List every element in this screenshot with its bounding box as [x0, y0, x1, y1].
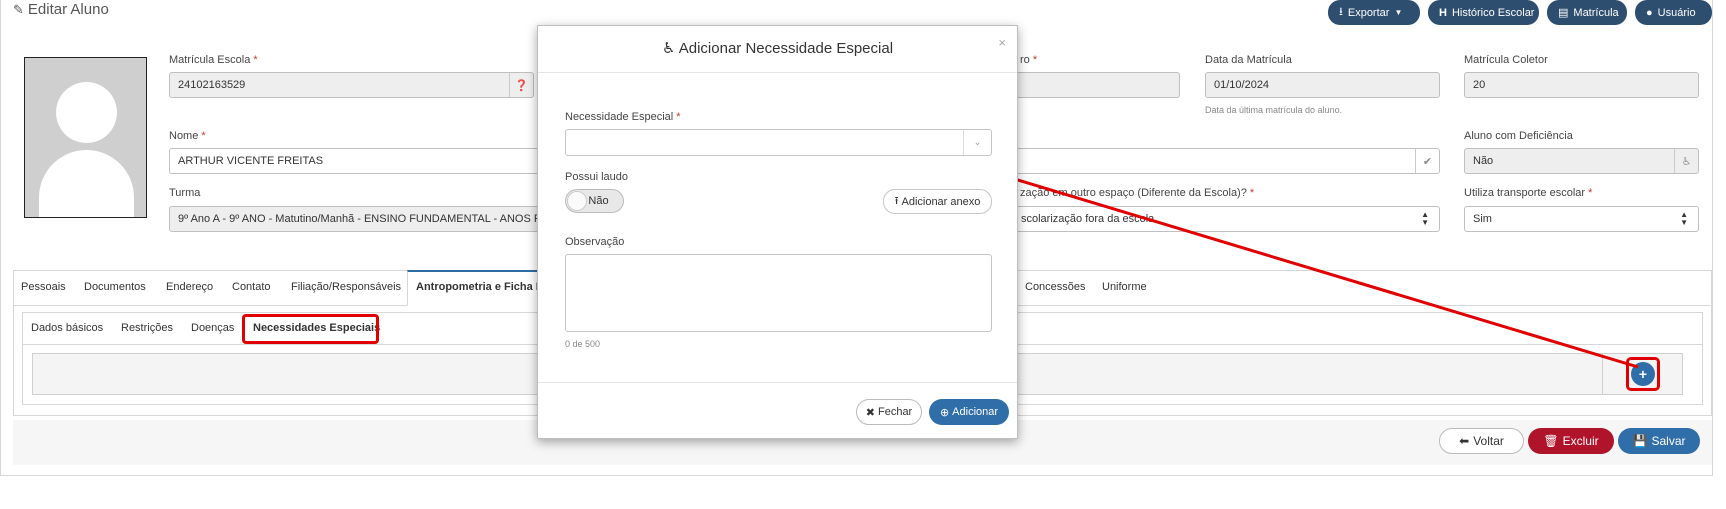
data-matricula-input[interactable]: 01/10/2024	[1205, 72, 1440, 98]
adicionar-anexo-button[interactable]: ⭱ Adicionar anexo	[883, 189, 992, 214]
modal-title: ♿ Adicionar Necessidade Especial	[661, 40, 894, 57]
transporte-label: Utiliza transporte escolar *	[1464, 187, 1593, 199]
wheelchair-icon: ♿	[1674, 149, 1698, 173]
trash-icon: 🗑	[1543, 434, 1559, 448]
matricula-coletor-input[interactable]: 20	[1464, 72, 1699, 98]
add-necessidade-modal: ♿ Adicionar Necessidade Especial × Neces…	[537, 25, 1018, 439]
select-arrows-icon: ▲ ▼	[1421, 210, 1429, 227]
partial-field-input[interactable]	[1000, 72, 1180, 98]
check-icon: ✔	[1415, 149, 1439, 173]
upload-icon: ⭱	[894, 195, 899, 207]
tab-pessoais[interactable]: Pessoais	[21, 281, 66, 293]
caret-down-icon: ▼	[1394, 8, 1403, 17]
salvar-button[interactable]: 💾 Salvar	[1618, 428, 1700, 454]
exportar-button[interactable]: ⭳ Exportar ▼	[1328, 0, 1420, 25]
observacao-label: Observação	[565, 236, 625, 248]
partial-nome-extension[interactable]: ✔	[1000, 148, 1440, 174]
necessidade-select[interactable]: ⌄	[565, 129, 992, 156]
edit-icon: ✎	[13, 2, 24, 17]
modal-header-divider	[538, 72, 1017, 73]
modal-footer-divider	[538, 382, 1017, 383]
possui-laudo-toggle[interactable]: Não	[565, 189, 624, 213]
modal-close-button[interactable]: ×	[998, 35, 1006, 50]
partial-field-label: ro *	[1020, 54, 1038, 66]
voltar-button[interactable]: ⬅ Voltar	[1439, 428, 1524, 454]
matricula-escola-label: Matrícula Escola *	[169, 54, 258, 66]
tab-contato[interactable]: Contato	[232, 281, 271, 293]
download-icon: ⭳	[1339, 6, 1343, 18]
add-necessidade-button[interactable]: +	[1631, 362, 1655, 386]
nome-label: Nome *	[169, 130, 206, 142]
question-icon[interactable]: ❓	[509, 73, 533, 97]
subtab-doencas[interactable]: Doenças	[191, 322, 234, 334]
turma-label: Turma	[169, 187, 201, 199]
possui-laudo-label: Possui laudo	[565, 171, 628, 183]
aluno-deficiencia-input[interactable]: Não ♿	[1464, 148, 1699, 174]
char-counter: 0 de 500	[565, 339, 601, 349]
transporte-select[interactable]: Sim ▲ ▼	[1464, 206, 1699, 232]
excluir-button[interactable]: 🗑 Excluir	[1528, 428, 1614, 454]
observacao-textarea[interactable]	[565, 254, 992, 332]
matricula-escola-input[interactable]: 24102163529 ❓	[169, 72, 534, 98]
document-icon: ▤	[1558, 7, 1569, 19]
data-matricula-help: Data da última matrícula do aluno.	[1205, 105, 1343, 115]
historico-escolar-button[interactable]: H Histórico Escolar	[1428, 0, 1539, 25]
h-icon: H	[1439, 6, 1447, 19]
avatar-head	[56, 82, 117, 143]
nome-input[interactable]: ARTHUR VICENTE FREITAS	[169, 148, 539, 174]
close-icon: ✖	[865, 406, 875, 419]
save-icon: 💾	[1632, 434, 1648, 448]
user-icon: ●	[1646, 6, 1653, 19]
data-matricula-label: Data da Matrícula	[1205, 54, 1292, 66]
escolarizacao-label: zação em outro espaço (Diferente da Esco…	[1020, 187, 1255, 199]
avatar-shoulders	[39, 150, 134, 217]
student-photo-placeholder	[24, 57, 147, 218]
tab-antropometria[interactable]: Antropometria e Ficha M	[416, 281, 545, 293]
fechar-button[interactable]: ✖ Fechar	[856, 399, 922, 425]
chevron-down-icon: ⌄	[963, 130, 991, 155]
matricula-coletor-label: Matrícula Coletor	[1464, 54, 1548, 66]
tab-uniforme[interactable]: Uniforme	[1102, 281, 1147, 293]
toolbar: ⭳ Exportar ▼ H Histórico Escolar ▤ Matrícula…	[1328, 0, 1712, 25]
tab-endereco[interactable]: Endereço	[166, 281, 213, 293]
adicionar-button[interactable]: ⊕ Adicionar	[929, 399, 1009, 425]
plus-circle-icon: ⊕	[939, 406, 950, 419]
aluno-deficiencia-label: Aluno com Deficiência	[1464, 130, 1573, 142]
necessidade-label: Necessidade Especial *	[565, 111, 681, 123]
page-title: ✎ Editar Aluno	[13, 1, 109, 18]
plus-icon: +	[1638, 366, 1648, 382]
usuario-button[interactable]: ● Usuário	[1635, 0, 1712, 25]
tab-filiacao[interactable]: Filiação/Responsáveis	[291, 281, 401, 293]
wheelchair-icon: ♿	[661, 40, 676, 57]
toggle-knob	[567, 191, 587, 211]
arrow-left-icon: ⬅	[1459, 434, 1470, 448]
tab-documentos[interactable]: Documentos	[84, 281, 146, 293]
tab-concessoes[interactable]: Concessões	[1025, 281, 1086, 293]
subtab-highlight-box	[242, 314, 379, 344]
grid-column-divider	[1602, 353, 1603, 395]
escolarizacao-select[interactable]: scolarização fora da escola ▲ ▼	[1000, 206, 1440, 232]
subtab-restricoes[interactable]: Restrições	[121, 322, 173, 334]
subtab-dados-basicos[interactable]: Dados básicos	[31, 322, 103, 334]
select-arrows-icon: ▲ ▼	[1680, 210, 1688, 227]
matricula-button[interactable]: ▤ Matrícula	[1547, 0, 1627, 25]
turma-input[interactable]: 9º Ano A - 9º ANO - Matutino/Manhã - ENS…	[169, 206, 539, 232]
